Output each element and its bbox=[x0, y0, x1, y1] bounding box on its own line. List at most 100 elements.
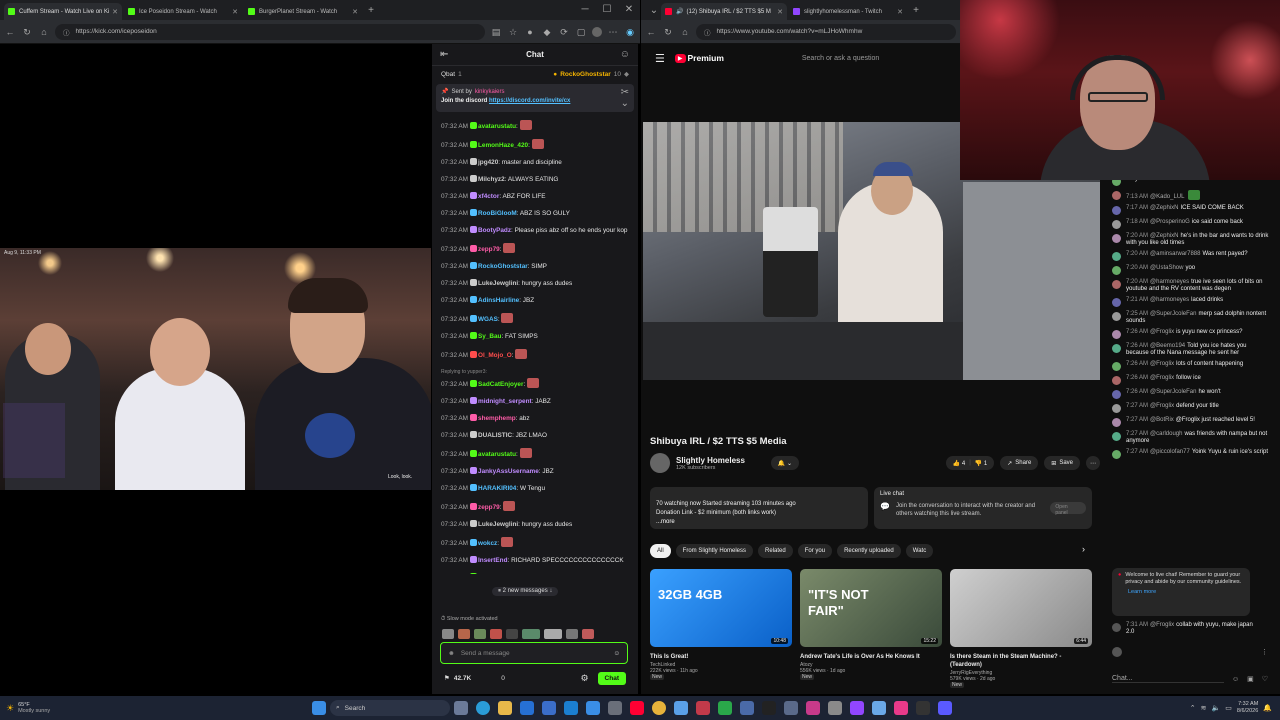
chat-username[interactable]: RooBiGlooM bbox=[478, 210, 517, 217]
recommendation-card[interactable]: 32GB 4GB 10:48 This Is Great! TechLinked 222… bbox=[650, 569, 792, 694]
collapse-chat-icon[interactable]: ⇤ bbox=[440, 48, 448, 62]
chat-username[interactable]: JankyAssUsername bbox=[478, 468, 539, 475]
discord-link[interactable]: https://discord.com/invite/cx bbox=[489, 98, 570, 104]
refresh-icon[interactable]: ⟳ bbox=[558, 25, 570, 39]
chat-username[interactable]: DUALISTIC bbox=[478, 432, 512, 439]
pinned-message[interactable]: 📌 Sent by kinkykaiers Join the discord htt… bbox=[436, 84, 634, 112]
chevron-down-icon[interactable]: ⌄ bbox=[621, 97, 629, 111]
chat-username[interactable]: @Froglix bbox=[1150, 329, 1174, 335]
app-icon[interactable] bbox=[520, 701, 534, 715]
live-chat-input[interactable]: Chat... bbox=[1112, 675, 1224, 683]
app-icon[interactable] bbox=[806, 701, 820, 715]
emote[interactable] bbox=[474, 629, 486, 639]
app-icon[interactable] bbox=[542, 701, 556, 715]
description-box[interactable]: 70 watching now Started streaming 103 mi… bbox=[650, 487, 868, 529]
avatar[interactable] bbox=[650, 453, 670, 473]
emote[interactable] bbox=[442, 629, 454, 639]
close-window-icon[interactable]: ✕ bbox=[618, 3, 640, 17]
collections-icon[interactable]: ▢ bbox=[575, 25, 587, 39]
chat-username[interactable]: xf4ctor bbox=[478, 193, 499, 200]
chat-username[interactable]: @harmoneyes bbox=[1150, 297, 1189, 303]
emote[interactable] bbox=[506, 629, 518, 639]
audio-icon[interactable]: 🔊 bbox=[676, 8, 683, 15]
chat-username[interactable]: Milchyz2 bbox=[478, 176, 505, 183]
emote[interactable] bbox=[544, 629, 562, 639]
site-info-icon[interactable]: ⓘ bbox=[704, 27, 711, 37]
chat-username[interactable]: RockoGhoststar bbox=[478, 263, 528, 270]
app-icon[interactable] bbox=[872, 701, 886, 715]
chat-username[interactable]: Ol_Mojo_O bbox=[478, 352, 512, 359]
chat-username[interactable]: @BotRix bbox=[1150, 417, 1174, 423]
app-icon[interactable] bbox=[894, 701, 908, 715]
notification-bell-icon[interactable]: 🔔 bbox=[1263, 704, 1272, 712]
chat-username[interactable]: @Froglix bbox=[1150, 375, 1174, 381]
video-thumbnail[interactable]: 32GB 4GB 10:48 bbox=[650, 569, 792, 647]
chip-related[interactable]: Related bbox=[758, 544, 793, 558]
hamburger-menu-icon[interactable]: ☰ bbox=[655, 52, 665, 65]
chat-username[interactable]: LukeJewglini bbox=[478, 280, 518, 287]
emote[interactable] bbox=[458, 629, 470, 639]
notification-bell-button[interactable]: 🔔 ⌄ bbox=[770, 456, 800, 470]
channel-name[interactable]: Slightly Homeless bbox=[676, 456, 745, 465]
chat-username[interactable]: @ZephixN bbox=[1150, 233, 1178, 239]
close-tab-icon[interactable]: ✕ bbox=[897, 8, 903, 16]
volume-icon[interactable]: 🔈 bbox=[1212, 704, 1221, 712]
refresh-icon[interactable]: ↻ bbox=[21, 25, 33, 39]
pinned-left-user[interactable]: Qbat bbox=[441, 71, 455, 78]
battery-icon[interactable]: ▭ bbox=[1225, 704, 1232, 712]
right-url-field[interactable]: ⓘ https://www.youtube.com/watch?v=mLJHoWh… bbox=[696, 23, 956, 40]
recommendation-card[interactable]: 6:44 Is there Steam in the Steam Machine?… bbox=[950, 569, 1092, 694]
chat-username[interactable]: midnight_serpent bbox=[478, 398, 532, 405]
new-messages-pill[interactable]: ⏸ 2 new messages ↓ bbox=[492, 587, 559, 596]
like-button[interactable]: 👍 4 bbox=[953, 460, 965, 467]
app-icon[interactable] bbox=[696, 701, 710, 715]
avatar[interactable] bbox=[1112, 647, 1122, 657]
close-tab-icon[interactable]: ✕ bbox=[112, 8, 118, 16]
video-thumbnail[interactable]: 6:44 bbox=[950, 569, 1092, 647]
video-card-title[interactable]: This Is Great! bbox=[650, 653, 792, 661]
share-button[interactable]: ↗ Share bbox=[1000, 456, 1039, 470]
dislike-button[interactable]: 👎 1 bbox=[975, 460, 987, 467]
settings-icon[interactable]: ⚙ bbox=[580, 673, 588, 684]
clock[interactable]: 7:32 AM 8/6/2026 bbox=[1237, 701, 1258, 715]
tab-cuffem[interactable]: Cuffem Stream - Watch Live on Ki ✕ bbox=[4, 3, 122, 20]
chat-username[interactable]: HARAKIRI04 bbox=[478, 485, 516, 492]
chip-for-you[interactable]: For you bbox=[797, 544, 833, 558]
home-icon[interactable]: ⌂ bbox=[38, 25, 50, 39]
super-chat-icon[interactable]: ▣ bbox=[1247, 675, 1254, 683]
favorite-icon[interactable]: ☆ bbox=[507, 25, 519, 39]
chat-username[interactable]: @harmoneyes bbox=[1150, 279, 1189, 285]
chat-username[interactable]: SadCatEnjoyer bbox=[478, 381, 523, 388]
chat-username[interactable]: @Kado_LUL bbox=[1150, 194, 1184, 200]
minimize-icon[interactable]: ─ bbox=[574, 3, 596, 17]
app-icon[interactable] bbox=[740, 701, 754, 715]
tab-actions-icon[interactable]: ⌄ bbox=[647, 4, 661, 18]
app-icon[interactable] bbox=[828, 701, 842, 715]
chat-username[interactable]: @ProsperinoG bbox=[1150, 219, 1190, 225]
app-icon[interactable] bbox=[762, 701, 776, 715]
windows-start-icon[interactable] bbox=[312, 701, 326, 715]
avatar[interactable] bbox=[592, 26, 602, 37]
chat-username[interactable]: BootyPadz bbox=[478, 227, 511, 234]
chat-username[interactable]: AdinsHairline bbox=[478, 297, 519, 304]
emoji-icon[interactable]: ☺ bbox=[613, 650, 620, 657]
wifi-icon[interactable]: ≋ bbox=[1201, 704, 1207, 712]
emote[interactable] bbox=[566, 629, 578, 639]
video-card-title[interactable]: Andrew Tate's Life is Over As He Knows I… bbox=[800, 653, 942, 661]
pinned-right-user[interactable]: RockoGhoststar bbox=[560, 71, 611, 78]
left-url-field[interactable]: ⓘ https://kick.com/iceposeidon bbox=[55, 23, 485, 40]
task-view-icon[interactable] bbox=[454, 701, 468, 715]
chat-username[interactable]: shemphemp bbox=[478, 415, 516, 422]
chat-username[interactable]: @aminsarwar7888 bbox=[1150, 251, 1200, 257]
menu-dots-icon[interactable]: ⋮ bbox=[1261, 648, 1268, 656]
chat-username[interactable]: @carldough bbox=[1150, 431, 1182, 437]
close-tab-icon[interactable]: ✕ bbox=[352, 8, 358, 16]
refresh-icon[interactable]: ↻ bbox=[662, 25, 674, 39]
app-icon[interactable] bbox=[586, 701, 600, 715]
home-icon[interactable]: ⌂ bbox=[679, 25, 691, 39]
copilot-icon[interactable]: ◉ bbox=[624, 25, 636, 39]
emote[interactable] bbox=[522, 629, 540, 639]
extension-icon[interactable]: ● bbox=[524, 25, 536, 39]
file-explorer-icon[interactable] bbox=[498, 701, 512, 715]
search-input[interactable]: Search or ask a question bbox=[802, 55, 879, 62]
